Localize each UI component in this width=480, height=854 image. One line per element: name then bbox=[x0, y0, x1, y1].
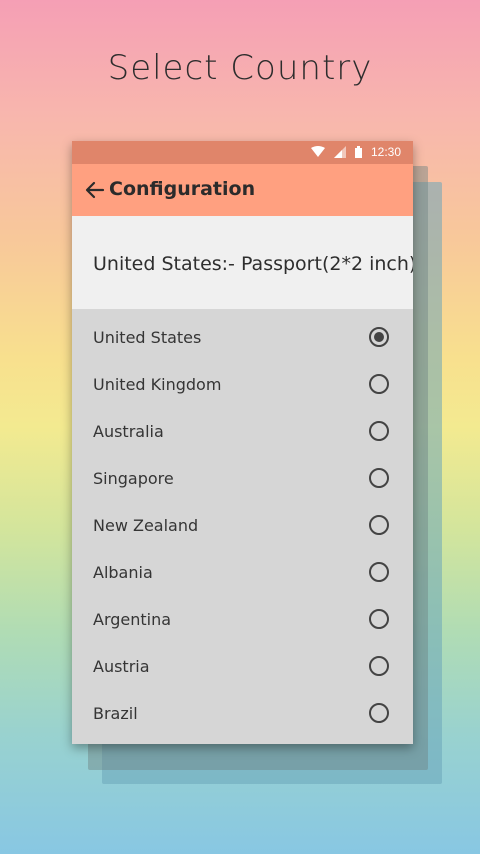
radio-unselected-icon[interactable] bbox=[369, 703, 389, 723]
country-row[interactable]: Austria bbox=[72, 638, 413, 685]
country-row[interactable]: Albania bbox=[72, 544, 413, 591]
radio-unselected-icon[interactable] bbox=[369, 562, 389, 582]
page-headline: Select Country bbox=[107, 48, 373, 88]
country-label: Australia bbox=[93, 422, 164, 441]
radio-unselected-icon[interactable] bbox=[369, 515, 389, 535]
radio-unselected-icon[interactable] bbox=[369, 421, 389, 441]
status-time: 12:30 bbox=[370, 145, 401, 159]
selection-summary: United States:- Passport(2*2 inch) bbox=[72, 216, 413, 309]
country-label: Argentina bbox=[93, 610, 172, 629]
country-row[interactable]: United Kingdom bbox=[72, 356, 413, 403]
country-row[interactable]: Australia bbox=[72, 403, 413, 450]
country-row[interactable]: Singapore bbox=[72, 450, 413, 497]
country-row[interactable]: New Zealand bbox=[72, 497, 413, 544]
country-label: Albania bbox=[93, 563, 153, 582]
radio-unselected-icon[interactable] bbox=[369, 609, 389, 629]
country-row[interactable]: Argentina bbox=[72, 591, 413, 638]
status-icons: 12:30 bbox=[310, 145, 401, 159]
battery-icon bbox=[354, 146, 362, 158]
radio-unselected-icon[interactable] bbox=[369, 374, 389, 394]
selection-summary-text: United States:- Passport(2*2 inch) bbox=[93, 253, 413, 275]
status-bar: 12:30 bbox=[72, 141, 413, 164]
app-bar: Configuration bbox=[72, 164, 413, 216]
phone-screen: 12:30 Configuration United States:- Pass… bbox=[72, 141, 413, 744]
country-label: New Zealand bbox=[93, 516, 199, 535]
country-list: United States United Kingdom Australia Sing… bbox=[72, 309, 413, 732]
radio-selected-icon[interactable] bbox=[369, 327, 389, 347]
country-label: United States bbox=[93, 328, 202, 347]
country-label: Singapore bbox=[93, 469, 174, 488]
wifi-icon bbox=[310, 146, 325, 158]
country-label: Brazil bbox=[93, 704, 138, 723]
country-label: United Kingdom bbox=[93, 375, 222, 394]
radio-unselected-icon[interactable] bbox=[369, 656, 389, 676]
app-bar-title: Configuration bbox=[109, 178, 256, 200]
signal-icon bbox=[333, 146, 346, 158]
radio-unselected-icon[interactable] bbox=[369, 468, 389, 488]
country-label: Austria bbox=[93, 657, 150, 676]
country-row[interactable]: Brazil bbox=[72, 685, 413, 732]
country-row[interactable]: United States bbox=[72, 309, 413, 356]
back-arrow-icon[interactable] bbox=[84, 179, 106, 201]
